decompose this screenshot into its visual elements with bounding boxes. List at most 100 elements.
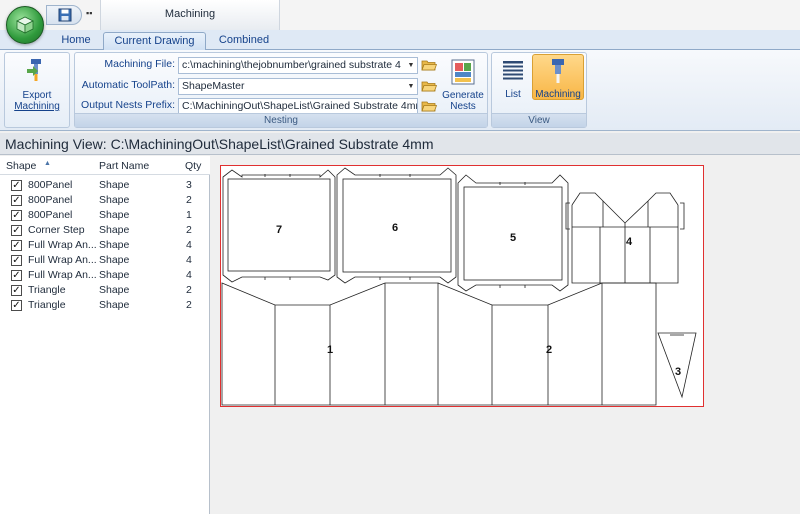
column-part-name[interactable]: Part Name (99, 160, 149, 172)
row-checkbox[interactable]: ✓ (11, 270, 22, 281)
row-qty: 4 (186, 254, 192, 266)
row-checkbox[interactable]: ✓ (11, 225, 22, 236)
nesting-group-label: Nesting (75, 113, 487, 127)
list-item[interactable]: ✓ Full Wrap An... Shape 4 (0, 238, 210, 253)
row-part-name: Shape (99, 284, 130, 296)
list-header: Shape ▲ Part Name Qty (0, 156, 210, 175)
toolpath-value: ShapeMaster (182, 80, 245, 92)
row-qty: 4 (186, 269, 192, 281)
sort-ascending-icon: ▲ (44, 160, 51, 167)
list-item[interactable]: ✓ 800Panel Shape 2 (0, 193, 210, 208)
row-checkbox[interactable]: ✓ (11, 300, 22, 311)
part-label-1: 1 (327, 344, 333, 356)
row-qty: 2 (186, 284, 192, 296)
toolpath-label: Automatic ToolPath: (81, 79, 175, 91)
export-label-line2: Machining (14, 101, 60, 112)
output-prefix-value: C:\MachiningOut\ShapeList\Grained Substr… (182, 100, 418, 112)
shape-list[interactable]: Shape ▲ Part Name Qty ✓ 800Panel Shape 3… (0, 156, 210, 514)
part-label-3: 3 (675, 366, 681, 378)
folder-open-icon (421, 81, 437, 92)
view-group: List Machining View (491, 52, 587, 128)
row-qty: 1 (186, 209, 192, 221)
save-icon[interactable] (58, 8, 72, 22)
row-shape: Triangle (28, 299, 66, 311)
export-label-line1: Export (22, 90, 52, 101)
machining-view-button[interactable]: Machining (532, 54, 584, 100)
part-label-5: 5 (510, 232, 516, 244)
list-item[interactable]: ✓ 800Panel Shape 1 (0, 208, 210, 223)
sheet-border (220, 165, 704, 407)
list-item[interactable]: ✓ Full Wrap An... Shape 4 (0, 253, 210, 268)
row-checkbox[interactable]: ✓ (11, 210, 22, 221)
output-prefix-label: Output Nests Prefix: (81, 99, 175, 111)
column-shape[interactable]: Shape (6, 160, 36, 172)
generate-label-line1: Generate (442, 90, 484, 101)
list-view-label: List (505, 89, 521, 100)
part-label-7: 7 (276, 224, 282, 236)
app-menu-button[interactable] (6, 6, 44, 44)
list-icon (497, 55, 529, 87)
tab-home[interactable]: Home (50, 32, 102, 51)
app-logo-icon (16, 16, 34, 34)
machining-view-title: Machining View: C:\MachiningOut\ShapeLis… (0, 133, 800, 155)
row-part-name: Shape (99, 179, 130, 191)
tab-current-drawing[interactable]: Current Drawing (103, 32, 206, 51)
row-qty: 3 (186, 179, 192, 191)
export-machining-icon (21, 56, 53, 88)
machining-file-label: Machining File: (104, 58, 175, 70)
row-checkbox[interactable]: ✓ (11, 180, 22, 191)
row-checkbox[interactable]: ✓ (11, 195, 22, 206)
chevron-down-icon[interactable]: ▼ (405, 79, 417, 94)
machining-icon (542, 55, 574, 87)
nest-sheet[interactable]: 7 6 5 4 1 2 3 (220, 165, 704, 407)
row-part-name: Shape (99, 239, 130, 251)
browse-toolpath-button[interactable] (419, 77, 439, 95)
row-shape: Full Wrap An... (28, 269, 96, 281)
nesting-group: Machining File: c:\machining\thejobnumbe… (74, 52, 488, 128)
tab-combined[interactable]: Combined (208, 32, 280, 51)
row-shape: 800Panel (28, 179, 73, 191)
toolpath-combo[interactable]: ShapeMaster ▼ (178, 78, 418, 95)
ribbon: Export Machining Machining File: c:\mach… (0, 50, 800, 131)
generate-nests-icon (447, 56, 479, 88)
column-qty[interactable]: Qty (185, 160, 201, 172)
list-item[interactable]: ✓ Corner Step Shape 2 (0, 223, 210, 238)
quick-access-toolbar (46, 5, 82, 25)
machining-drawing-area[interactable]: 7 6 5 4 1 2 3 (211, 156, 800, 514)
list-item[interactable]: ✓ Triangle Shape 2 (0, 283, 210, 298)
folder-open-icon (421, 60, 437, 71)
customize-qat-icon[interactable]: ▪▪ (86, 8, 92, 18)
row-shape: 800Panel (28, 194, 73, 206)
title-bar: ▪▪ Machining (0, 0, 800, 44)
row-checkbox[interactable]: ✓ (11, 285, 22, 296)
machining-file-combo[interactable]: c:\machining\thejobnumber\grained substr… (178, 57, 418, 74)
row-shape: Triangle (28, 284, 66, 296)
row-shape: 800Panel (28, 209, 73, 221)
generate-label-line2: Nests (450, 101, 476, 112)
list-item[interactable]: ✓ Full Wrap An... Shape 4 (0, 268, 210, 283)
row-shape: Corner Step (28, 224, 85, 236)
row-checkbox[interactable]: ✓ (11, 240, 22, 251)
generate-nests-button[interactable]: Generate Nests (441, 56, 485, 112)
part-label-4: 4 (626, 236, 633, 248)
list-view-button[interactable]: List (496, 55, 530, 100)
row-part-name: Shape (99, 209, 130, 221)
browse-machining-file-button[interactable] (419, 56, 439, 74)
part-label-6: 6 (392, 222, 398, 234)
row-qty: 2 (186, 224, 192, 236)
export-group: Export Machining (4, 52, 70, 128)
machining-file-value: c:\machining\thejobnumber\grained substr… (182, 59, 401, 71)
chevron-down-icon[interactable]: ▼ (405, 58, 417, 73)
row-part-name: Shape (99, 224, 130, 236)
list-item[interactable]: ✓ Triangle Shape 2 (0, 298, 210, 313)
list-item[interactable]: ✓ 800Panel Shape 3 (0, 178, 210, 193)
row-qty: 2 (186, 194, 192, 206)
row-part-name: Shape (99, 269, 130, 281)
row-part-name: Shape (99, 254, 130, 266)
row-shape: Full Wrap An... (28, 254, 96, 266)
row-qty: 2 (186, 299, 192, 311)
part-label-2: 2 (546, 344, 552, 356)
row-checkbox[interactable]: ✓ (11, 255, 22, 266)
window-title: Machining (100, 0, 280, 30)
export-machining-button[interactable]: Export Machining (7, 56, 67, 112)
